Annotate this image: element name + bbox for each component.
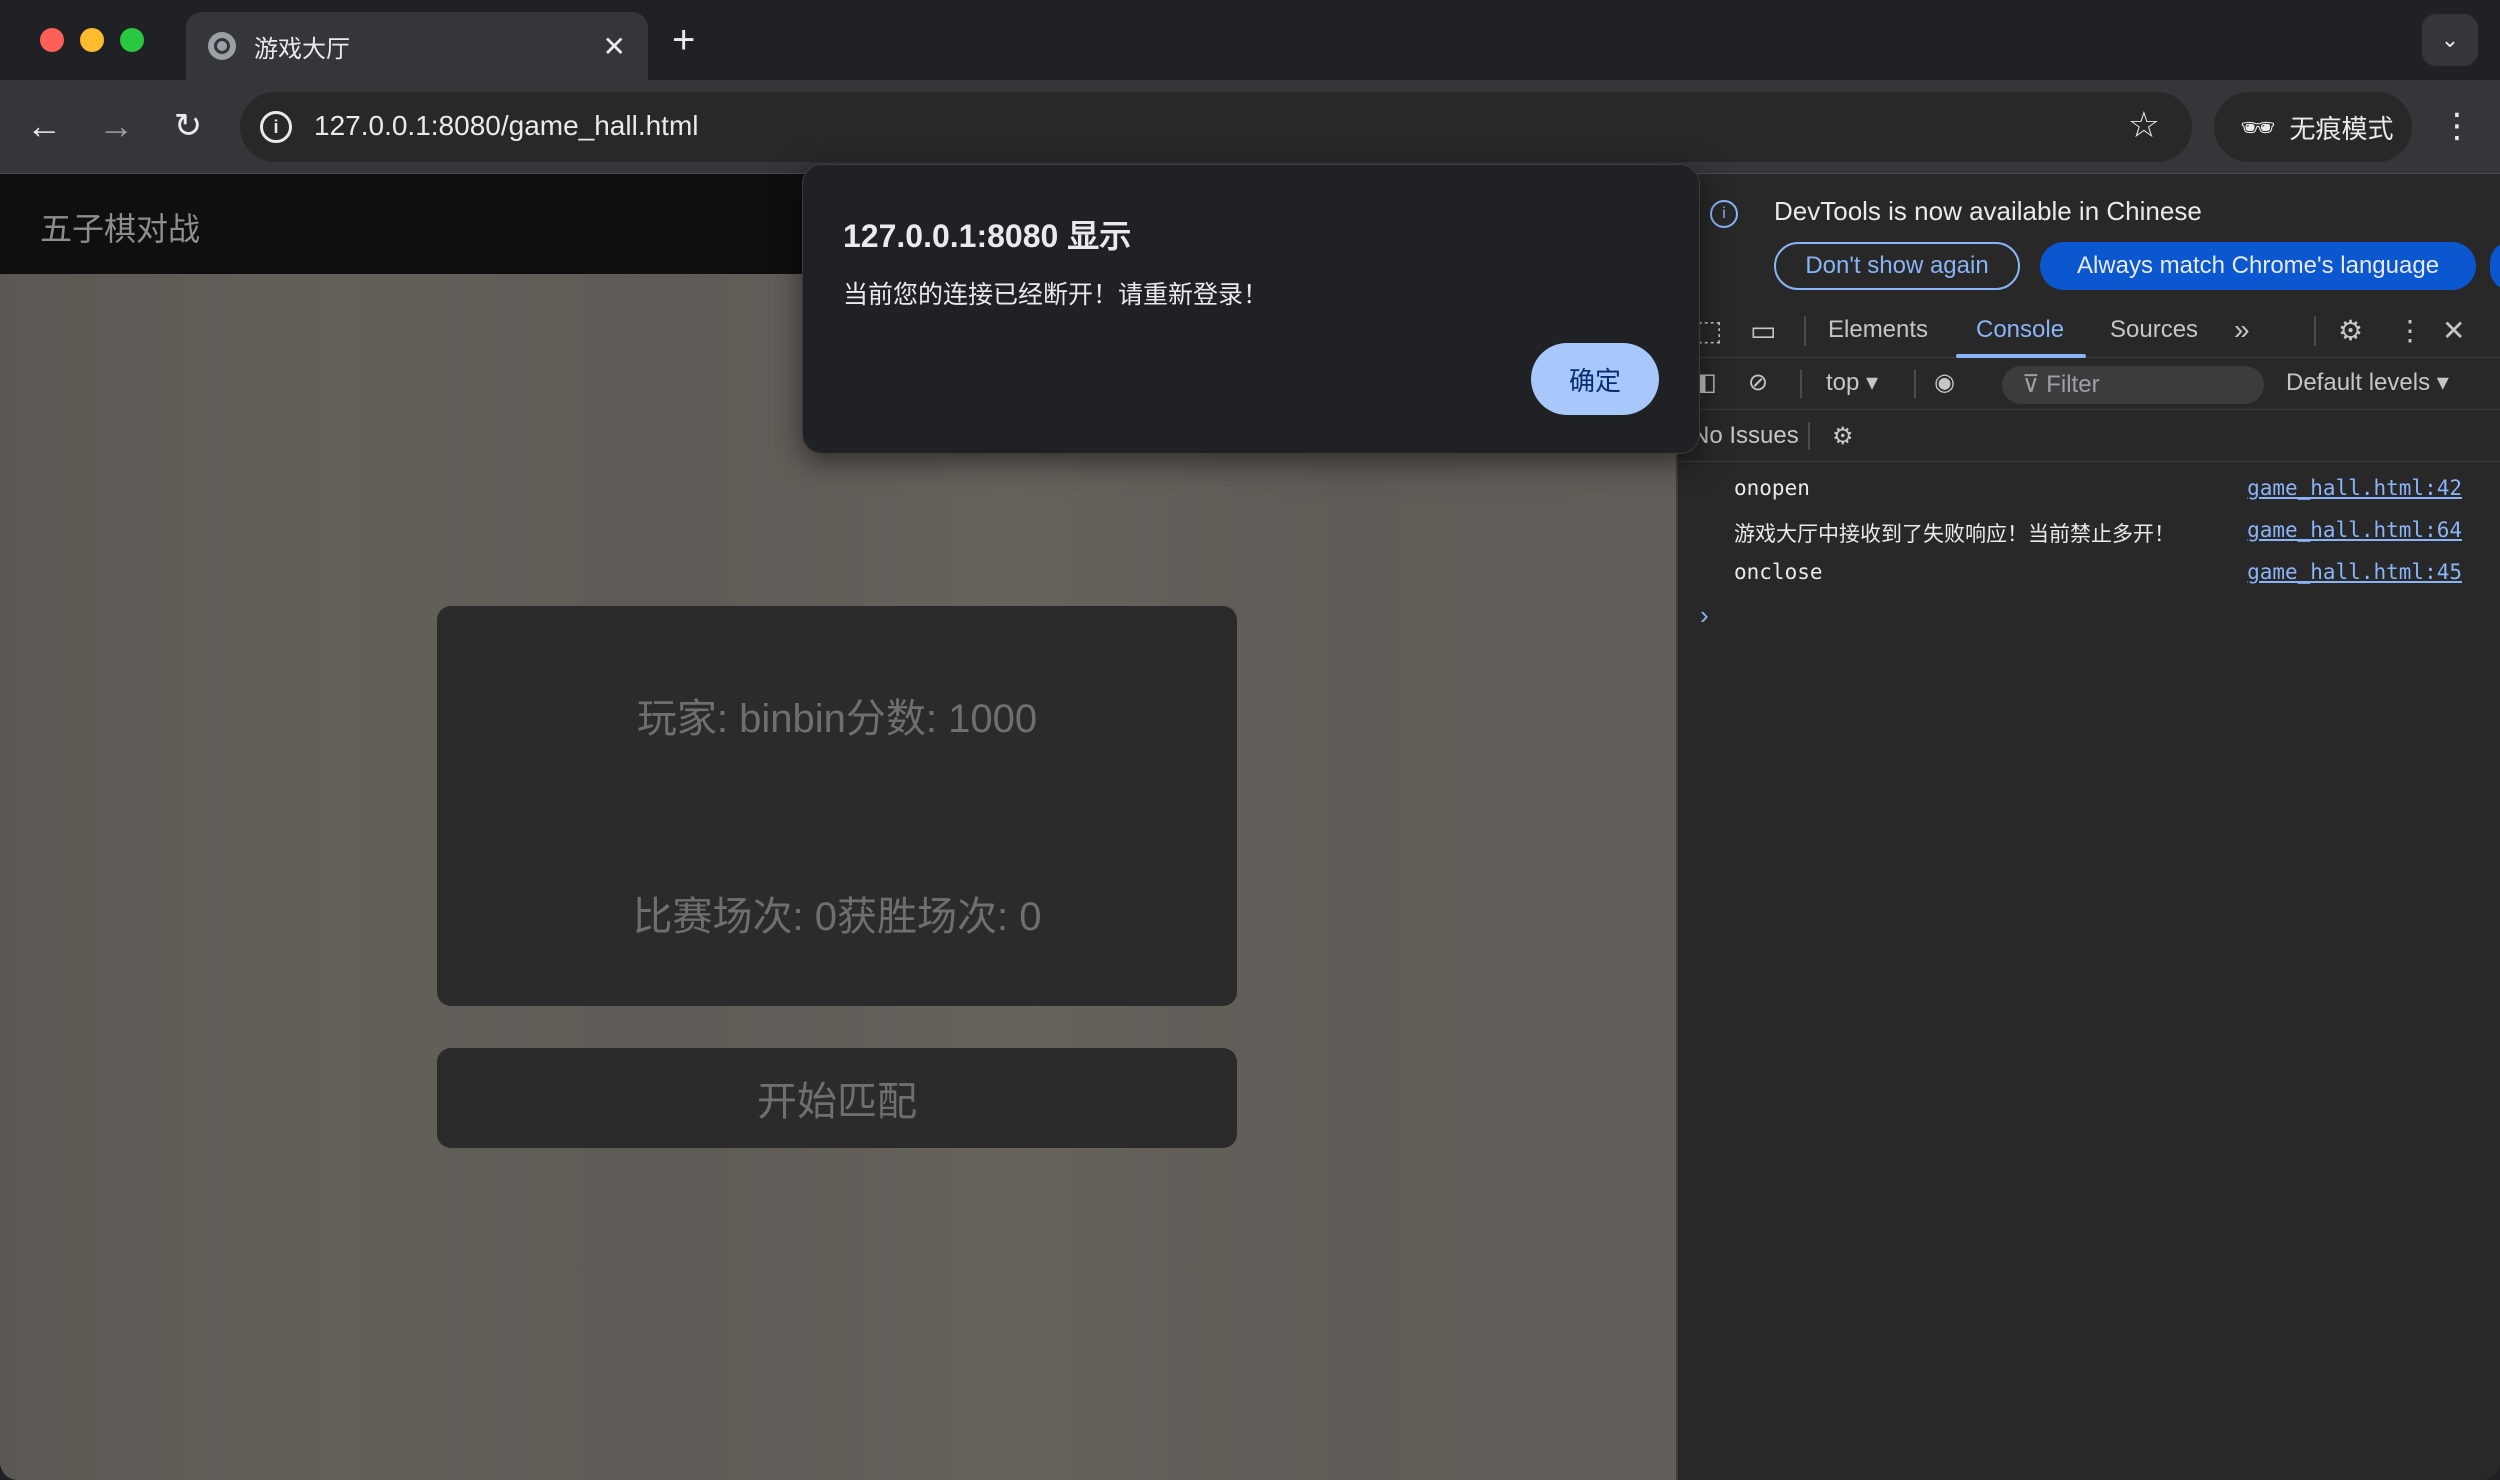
context-label: top [1826, 369, 1860, 396]
settings-gear-icon[interactable]: ⚙ [2338, 314, 2363, 347]
reload-icon[interactable]: ↻ [166, 104, 210, 148]
language-banner: i DevTools is now available in Chinese D… [1678, 174, 2500, 294]
issues-bar: No Issues ⚙ [1678, 410, 2500, 462]
url-text[interactable]: 127.0.0.1:8080/game_hall.html [314, 110, 699, 142]
divider [1914, 370, 1916, 398]
bookmark-star-icon[interactable]: ☆ [2128, 104, 2160, 146]
console-filter-input[interactable]: ⊽ Filter [2002, 366, 2264, 404]
console-log-row: onclose game_hall.html:45 [1678, 552, 2500, 594]
new-tab-plus-icon[interactable]: + [672, 18, 695, 62]
tab-elements[interactable]: Elements [1828, 316, 1928, 344]
incognito-icon: 🕶 [2240, 111, 2276, 143]
tab-search-chevron-down-icon[interactable]: ⌄ [2422, 14, 2478, 66]
info-icon: i [1710, 200, 1738, 228]
close-window-button[interactable] [40, 28, 64, 52]
log-source-link[interactable]: game_hall.html:42 [2247, 476, 2462, 500]
dialog-message: 当前您的连接已经断开！请重新登录！ [843, 281, 1269, 309]
player-info-card: 玩家: binbin分数: 1000 比赛场次: 0获胜场次: 0 [437, 606, 1237, 1006]
incognito-label: 无痕模式 [2289, 113, 2394, 144]
close-icon[interactable]: ✕ [603, 30, 626, 63]
tab-game-hall[interactable]: 游戏大厅 ✕ [186, 12, 648, 80]
devtools-panel: i DevTools is now available in Chinese D… [1676, 174, 2500, 1480]
divider [1808, 422, 1810, 450]
console-settings-gear-icon[interactable]: ⚙ [1832, 422, 1854, 451]
divider [1804, 316, 1806, 346]
issues-label[interactable]: No Issues [1692, 422, 1799, 450]
browser-window: 游戏大厅 ✕ + ⌄ ← → ↻ i 127.0.0.1:8080/game_h… [0, 0, 2500, 1480]
context-selector[interactable]: top ▾ [1826, 368, 1878, 397]
log-levels-dropdown[interactable]: Default levels ▾ [2286, 368, 2449, 397]
tab-strip: 游戏大厅 ✕ + ⌄ [0, 0, 2500, 80]
match-language-button[interactable]: Always match Chrome's language [2040, 242, 2476, 290]
divider [1800, 370, 1802, 398]
tab-sources[interactable]: Sources [2110, 316, 2198, 344]
banner-overflow-button[interactable] [2490, 242, 2500, 290]
incognito-indicator[interactable]: 🕶 无痕模式 [2214, 92, 2412, 162]
live-expression-eye-icon[interactable]: ◉ [1934, 368, 1955, 397]
clear-console-icon[interactable]: ⊘ [1748, 368, 1768, 397]
console-prompt-chevron-icon[interactable]: › [1700, 600, 1709, 631]
console-toolbar: ◧ ⊘ top ▾ ◉ ⊽ Filter Default levels ▾ [1678, 358, 2500, 410]
ok-button[interactable]: 确定 [1531, 343, 1659, 415]
alert-dialog: 127.0.0.1:8080 显示 当前您的连接已经断开！请重新登录！ 确定 [802, 164, 1700, 454]
browser-toolbar: ← → ↻ i 127.0.0.1:8080/game_hall.html ☆ … [0, 80, 2500, 174]
console-log-row: 游戏大厅中接收到了失败响应！当前禁止多开！ game_hall.html:64 [1678, 510, 2500, 552]
site-info-icon[interactable]: i [260, 111, 292, 143]
browser-menu-icon[interactable]: ⋮ [2440, 104, 2474, 148]
tab-console[interactable]: Console [1976, 316, 2064, 344]
match-stats-text: 比赛场次: 0获胜场次: 0 [632, 895, 1042, 939]
dialog-title: 127.0.0.1:8080 显示 [843, 218, 1132, 254]
zoom-window-button[interactable] [120, 28, 144, 52]
site-title: 五子棋对战 [40, 211, 201, 247]
address-bar[interactable]: i 127.0.0.1:8080/game_hall.html ☆ [240, 92, 2192, 162]
device-toolbar-icon[interactable]: ▭ [1750, 314, 1776, 347]
dont-show-again-button[interactable]: Don't show again [1774, 242, 2020, 290]
banner-message: DevTools is now available in Chinese [1774, 196, 2202, 226]
start-match-button[interactable]: 开始匹配 [437, 1048, 1237, 1148]
player-score-text: 玩家: binbin分数: 1000 [636, 697, 1038, 741]
log-message: 游戏大厅中接收到了失败响应！当前禁止多开！ [1734, 522, 2175, 546]
more-options-icon[interactable]: ⋮ [2396, 314, 2424, 347]
globe-icon [208, 32, 236, 60]
log-source-link[interactable]: game_hall.html:45 [2247, 560, 2462, 584]
divider [2314, 316, 2316, 346]
levels-label: Default levels [2286, 369, 2431, 396]
tab-title: 游戏大厅 [254, 35, 350, 63]
log-message: onopen [1734, 476, 1810, 500]
forward-arrow-icon[interactable]: → [94, 104, 138, 148]
log-source-link[interactable]: game_hall.html:64 [2247, 518, 2462, 542]
more-tabs-chevron-icon[interactable]: » [2234, 314, 2250, 346]
close-devtools-icon[interactable]: ✕ [2442, 314, 2465, 347]
log-message: onclose [1734, 560, 1823, 584]
filter-placeholder: Filter [2046, 371, 2100, 398]
window-controls [40, 28, 144, 52]
minimize-window-button[interactable] [80, 28, 104, 52]
devtools-tab-bar: ⬚ ▭ Elements Console Sources » ⚙ ⋮ ✕ [1678, 304, 2500, 358]
console-log-row: onopen game_hall.html:42 [1678, 468, 2500, 510]
back-arrow-icon[interactable]: ← [22, 104, 66, 148]
